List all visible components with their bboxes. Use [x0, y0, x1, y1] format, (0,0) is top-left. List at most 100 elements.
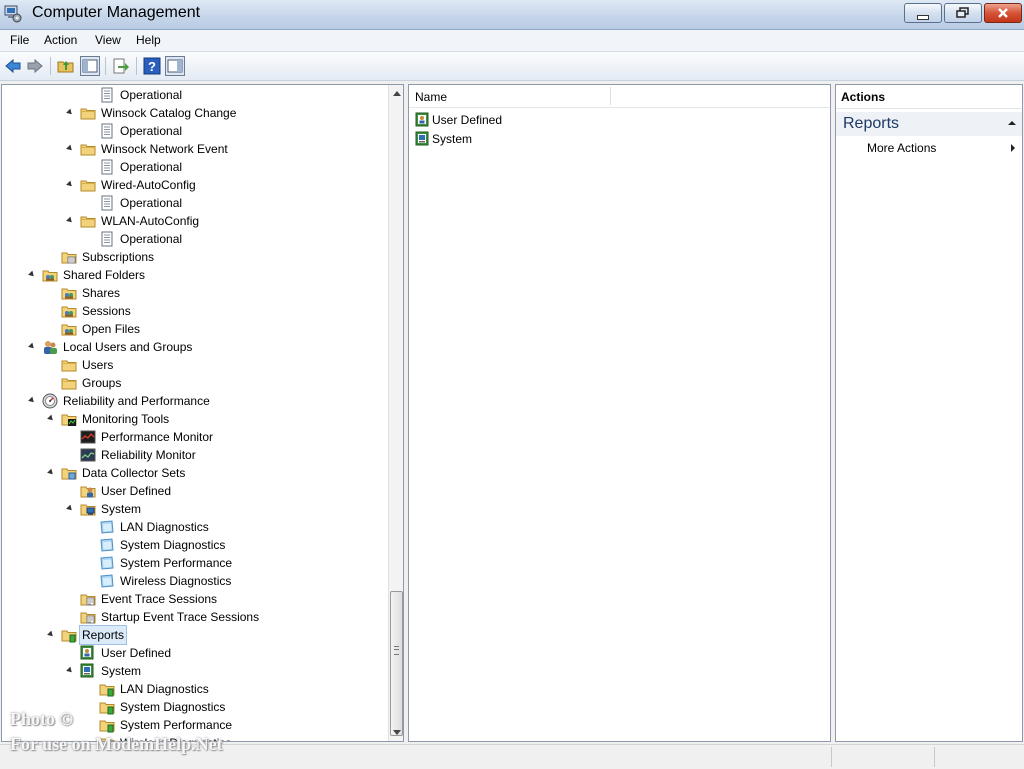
- tree-node[interactable]: Shares: [2, 284, 386, 302]
- expanded-arrow-icon[interactable]: [66, 504, 74, 513]
- tree-node[interactable]: Reports: [2, 625, 386, 645]
- tree-node[interactable]: Users: [2, 356, 386, 374]
- tree-node-label: Users: [82, 358, 114, 372]
- tree-node-label: Reports: [79, 625, 128, 645]
- menu-help[interactable]: Help: [136, 33, 161, 47]
- tree-node-label: WLAN-AutoConfig: [101, 214, 200, 228]
- expanded-arrow-icon[interactable]: [28, 270, 36, 279]
- system-set-icon: [80, 504, 96, 516]
- tree-node[interactable]: System Diagnostics: [2, 536, 386, 554]
- menu-bar: File Action View Help: [0, 30, 1024, 52]
- tree-node[interactable]: Wired-AutoConfig: [2, 176, 386, 194]
- restore-button[interactable]: [944, 3, 982, 23]
- actions-pane: Actions Reports More Actions: [835, 84, 1023, 742]
- actions-pane-title: Actions: [836, 85, 1022, 109]
- tree-node[interactable]: WLAN-AutoConfig: [2, 212, 386, 230]
- monitoring-folder-icon: [61, 414, 77, 426]
- tree-node[interactable]: Data Collector Sets: [2, 464, 386, 482]
- expanded-arrow-icon[interactable]: [47, 414, 55, 423]
- expanded-arrow-icon[interactable]: [66, 180, 74, 189]
- restore-icon: [956, 7, 969, 18]
- scroll-up-arrow-icon[interactable]: [393, 91, 401, 96]
- tree-node[interactable]: System Performance: [2, 554, 386, 572]
- tree-node-label: Shared Folders: [63, 268, 146, 282]
- collapse-arrow-icon[interactable]: [1008, 121, 1016, 125]
- menu-file[interactable]: File: [10, 33, 29, 47]
- back-arrow-icon[interactable]: [4, 57, 22, 75]
- tree-node[interactable]: Operational: [2, 86, 386, 104]
- menu-view[interactable]: View: [95, 33, 121, 47]
- report-system-icon: [415, 131, 429, 146]
- tree-node[interactable]: Open Files: [2, 320, 386, 338]
- scrollbar-thumb[interactable]: [390, 591, 403, 736]
- tree-node[interactable]: User Defined: [2, 644, 386, 662]
- collector-set-icon: [100, 538, 114, 552]
- close-button[interactable]: [984, 3, 1022, 23]
- tree-node[interactable]: Groups: [2, 374, 386, 392]
- subscriptions-icon: [61, 252, 77, 264]
- expanded-arrow-icon[interactable]: [66, 666, 74, 675]
- computer-management-icon: [4, 5, 22, 23]
- tree-node[interactable]: Winsock Network Event: [2, 140, 386, 158]
- folder-icon: [61, 378, 77, 390]
- tree-node[interactable]: Local Users and Groups: [2, 338, 386, 356]
- tree-node[interactable]: Subscriptions: [2, 248, 386, 266]
- tree-node-label: User Defined: [101, 646, 172, 660]
- folder-icon: [80, 180, 96, 192]
- expanded-arrow-icon[interactable]: [66, 216, 74, 225]
- tree-node[interactable]: Event Trace Sessions: [2, 590, 386, 608]
- tree-node[interactable]: Reliability Monitor: [2, 446, 386, 464]
- toolbar: ?: [0, 52, 1024, 81]
- tree-node[interactable]: System: [2, 500, 386, 518]
- tree-node[interactable]: Reliability and Performance: [2, 392, 386, 410]
- forward-arrow-icon[interactable]: [26, 57, 44, 75]
- help-icon[interactable]: ?: [143, 57, 161, 75]
- tree-node[interactable]: LAN Diagnostics: [2, 680, 386, 698]
- tree-node[interactable]: System: [2, 662, 386, 680]
- expanded-arrow-icon[interactable]: [47, 630, 55, 639]
- scroll-down-arrow-icon[interactable]: [393, 730, 401, 735]
- tree-node-label: Groups: [82, 376, 122, 390]
- more-actions-item[interactable]: More Actions: [867, 141, 936, 155]
- expanded-arrow-icon[interactable]: [28, 342, 36, 351]
- menu-action[interactable]: Action: [44, 33, 77, 47]
- tree-node[interactable]: Performance Monitor: [2, 428, 386, 446]
- expanded-arrow-icon[interactable]: [47, 468, 55, 477]
- tree-node[interactable]: Operational: [2, 158, 386, 176]
- tree-node[interactable]: Startup Event Trace Sessions: [2, 608, 386, 626]
- tree-node[interactable]: Monitoring Tools: [2, 410, 386, 428]
- expanded-arrow-icon[interactable]: [28, 396, 36, 405]
- tree-node[interactable]: Shared Folders: [2, 266, 386, 284]
- show-hide-action-pane-icon[interactable]: [165, 56, 185, 76]
- actions-section-header[interactable]: Reports: [836, 112, 1022, 136]
- tree-node[interactable]: User Defined: [2, 482, 386, 500]
- expanded-arrow-icon[interactable]: [66, 144, 74, 153]
- show-hide-tree-icon[interactable]: [80, 56, 100, 76]
- tree-node[interactable]: Operational: [2, 194, 386, 212]
- expanded-arrow-icon[interactable]: [66, 108, 74, 117]
- column-divider[interactable]: [610, 87, 611, 105]
- svg-text:?: ?: [148, 59, 156, 74]
- tree-node-label: Monitoring Tools: [82, 412, 170, 426]
- tree-node-label: Wired-AutoConfig: [101, 178, 196, 192]
- window-title: Computer Management: [32, 4, 201, 21]
- shared-folder-icon: [61, 288, 77, 300]
- log-icon: [101, 231, 113, 247]
- export-list-icon[interactable]: [112, 57, 130, 75]
- list-item-label: User Defined: [432, 113, 503, 127]
- tree-node[interactable]: Wireless Diagnostics: [2, 572, 386, 590]
- tree-node[interactable]: Operational: [2, 230, 386, 248]
- tree-node[interactable]: Sessions: [2, 302, 386, 320]
- tree-node[interactable]: Winsock Catalog Change: [2, 104, 386, 122]
- toolbar-separator: [105, 57, 106, 75]
- minimize-button[interactable]: [904, 3, 942, 23]
- tree-scrollbar[interactable]: [388, 85, 403, 741]
- collector-folder-icon: [61, 468, 77, 480]
- tree-node[interactable]: LAN Diagnostics: [2, 518, 386, 536]
- column-header-name[interactable]: Name: [415, 90, 447, 104]
- tree-node-label: Event Trace Sessions: [101, 592, 218, 606]
- tree-node-label: Operational: [120, 124, 183, 138]
- tree-node-label: System: [101, 664, 142, 678]
- up-folder-icon[interactable]: [57, 57, 75, 75]
- tree-node[interactable]: Operational: [2, 122, 386, 140]
